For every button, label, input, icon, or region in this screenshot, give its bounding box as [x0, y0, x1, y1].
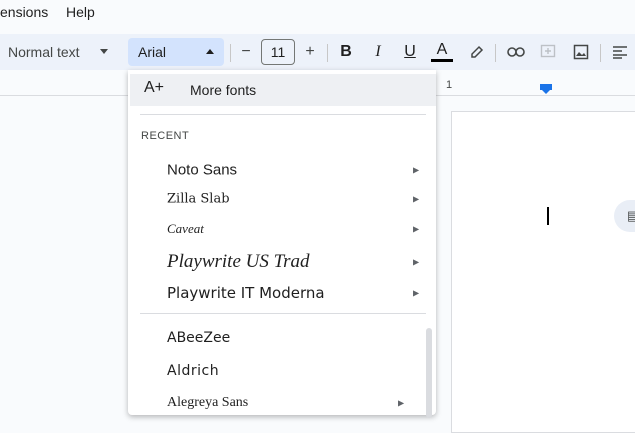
- ruler-number: 1: [446, 79, 453, 91]
- menu-extensions[interactable]: ensions: [0, 4, 48, 20]
- menu-divider: [140, 114, 426, 115]
- toolbar-divider: [230, 44, 231, 62]
- font-size-input[interactable]: 11: [261, 39, 295, 65]
- submenu-arrow-icon: ▶: [413, 288, 420, 298]
- add-comment-button[interactable]: [536, 34, 560, 70]
- chevron-down-icon: [100, 49, 108, 54]
- underline-icon: U: [404, 43, 416, 60]
- toolbar-divider: [600, 44, 601, 62]
- insert-image-button[interactable]: [569, 34, 593, 70]
- menu-help[interactable]: Help: [66, 4, 95, 20]
- plus-icon: +: [305, 43, 315, 60]
- document-page[interactable]: [451, 111, 635, 433]
- toolbar-divider: [327, 44, 328, 62]
- text-color-button[interactable]: A: [430, 34, 454, 70]
- font-item-playwrite-us-trad[interactable]: Playwrite US Trad ▶: [128, 245, 428, 279]
- font-family-label: Arial: [138, 44, 167, 60]
- submenu-arrow-icon: ▶: [413, 165, 420, 175]
- font-item-zilla-slab[interactable]: Zilla Slab ▶: [128, 185, 428, 213]
- font-item-playwrite-it-moderna[interactable]: Playwrite IT Moderna ▶: [128, 279, 428, 307]
- italic-icon: I: [375, 43, 381, 60]
- font-item-label: Playwrite IT Moderna: [167, 284, 325, 302]
- toolbar-divider: [495, 44, 496, 62]
- minus-icon: −: [241, 43, 251, 60]
- font-item-label: Zilla Slab: [167, 191, 230, 207]
- menu-bar: ensions Help: [0, 0, 635, 26]
- font-dropdown-menu: A+ More fonts RECENT Noto Sans ▶ Zilla S…: [128, 70, 436, 418]
- font-size-value: 11: [270, 44, 286, 60]
- submenu-arrow-icon: ▶: [413, 194, 420, 204]
- insert-link-button[interactable]: [504, 34, 528, 70]
- font-item-aldrich[interactable]: Aldrich: [128, 357, 428, 385]
- font-item-label: Caveat: [167, 221, 204, 236]
- bold-icon: B: [340, 43, 352, 60]
- indent-marker-arrow: [541, 89, 551, 94]
- dropdown-scrollbar[interactable]: [426, 328, 432, 418]
- highlight-color-button[interactable]: [465, 34, 489, 70]
- align-button[interactable]: [608, 34, 632, 70]
- add-comment-icon: [540, 44, 556, 58]
- font-item-label: Aldrich: [167, 363, 220, 379]
- font-item-label: ABeeZee: [167, 330, 231, 346]
- underline-button[interactable]: U: [398, 34, 422, 70]
- submenu-arrow-icon: ▶: [413, 224, 420, 234]
- chevron-up-icon: [206, 49, 214, 54]
- more-fonts-label: More fonts: [190, 82, 257, 98]
- font-item-label: Alegreya Sans: [167, 395, 249, 410]
- text-color-swatch: [431, 58, 453, 62]
- font-item-caveat[interactable]: Caveat ▶: [128, 215, 428, 243]
- recent-heading: RECENT: [141, 130, 190, 142]
- highlighter-icon: [471, 45, 484, 58]
- font-item-label: Noto Sans: [167, 161, 238, 179]
- menu-divider: [140, 313, 426, 314]
- bold-button[interactable]: B: [334, 34, 358, 70]
- image-icon: [573, 44, 589, 60]
- more-fonts-item[interactable]: A+ More fonts: [130, 74, 436, 106]
- paragraph-style-label: Normal text: [8, 44, 80, 60]
- submenu-arrow-icon: ▶: [413, 257, 420, 267]
- toolbar: Normal text Arial − 11 + B I U A: [0, 34, 635, 70]
- paragraph-style-select[interactable]: Normal text: [0, 34, 118, 70]
- comment-icon: ▤: [627, 208, 635, 223]
- text-cursor: [547, 207, 549, 225]
- submenu-arrow-icon: ▶: [398, 398, 405, 408]
- align-left-icon: [613, 46, 627, 59]
- font-family-select[interactable]: Arial: [128, 38, 224, 66]
- font-item-alegreya-sans[interactable]: Alegreya Sans ▶: [128, 389, 428, 417]
- text-color-icon: A: [436, 40, 448, 58]
- font-item-noto-sans[interactable]: Noto Sans ▶: [128, 156, 428, 184]
- font-item-label: Playwrite US Trad: [167, 251, 310, 272]
- link-icon: [507, 47, 525, 57]
- add-font-icon: A+: [144, 79, 165, 96]
- decrease-font-size-button[interactable]: −: [234, 34, 258, 70]
- increase-font-size-button[interactable]: +: [298, 34, 322, 70]
- italic-button[interactable]: I: [366, 34, 390, 70]
- font-item-abeezee[interactable]: ABeeZee: [128, 324, 428, 352]
